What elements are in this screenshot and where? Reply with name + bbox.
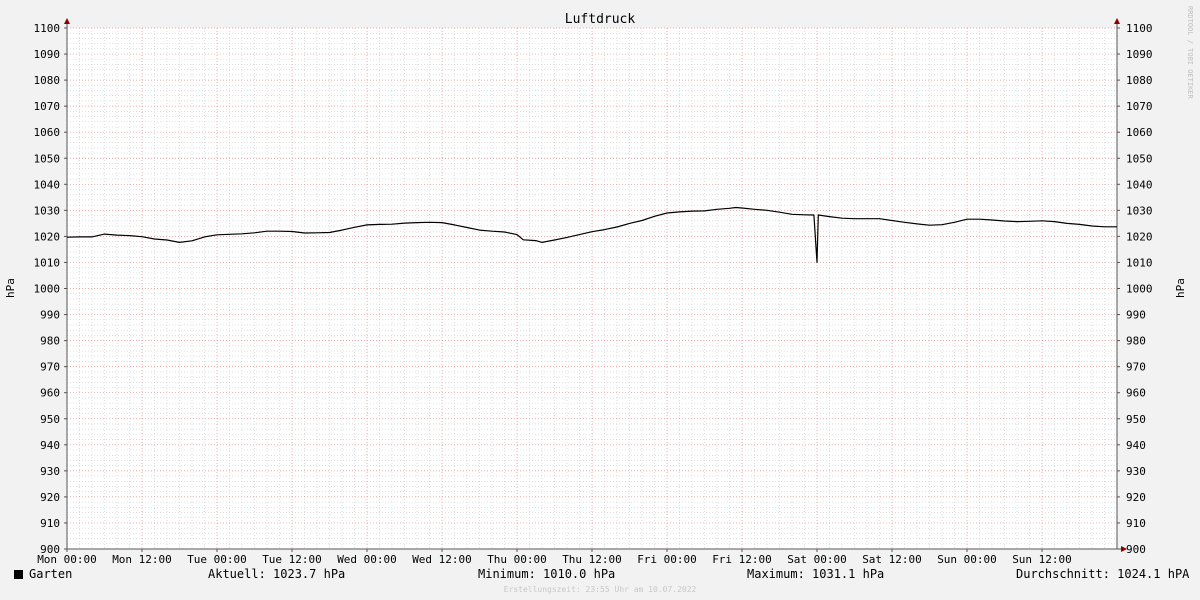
x-tick-label: Thu 12:00 [562,553,622,566]
chart-root: 900 900 910 910 920 920 930 930 940 940 950 950 960 9… [0,0,1200,600]
x-tick-label: Wed 00:00 [337,553,397,566]
y-axis-label-right: hPa [1174,278,1187,298]
y-tick-label-left: 950 [40,413,60,426]
footer-timestamp: Erstellungszeit: 23:55 Uhr am 10.07.2022 [503,585,697,594]
y-tick-label-right: 970 [1126,361,1146,374]
y-tick-label-right: 1080 [1126,74,1153,87]
y-tick-label-left: 1000 [34,283,61,296]
y-tick-label-left: 940 [40,439,60,452]
y-tick-label-left: 930 [40,465,60,478]
y-tick-label-left: 1060 [34,126,61,139]
y-tick-label-left: 1070 [34,100,61,113]
x-tick-label: Mon 00:00 [37,553,97,566]
y-tick-label-right: 1050 [1126,152,1153,165]
y-tick-label-right: 920 [1126,491,1146,504]
y-tick-label-left: 960 [40,387,60,400]
legend-series: Garten [14,567,72,581]
y-tick-label-left: 910 [40,517,60,530]
x-tick-label: Sat 00:00 [787,553,847,566]
x-tick-label: Mon 12:00 [112,553,172,566]
y-tick-label-right: 950 [1126,413,1146,426]
y-tick-label-right: 1060 [1126,126,1153,139]
y-tick-label-right: 1000 [1126,283,1153,296]
y-tick-label-left: 1010 [34,256,61,269]
y-tick-label-left: 920 [40,491,60,504]
x-tick-label: Tue 00:00 [187,553,247,566]
y-tick-label-left: 1090 [34,48,61,61]
y-tick-label-right: 1090 [1126,48,1153,61]
y-tick-label-right: 980 [1126,335,1146,348]
y-tick-label-right: 900 [1126,543,1146,556]
chart-title: Luftdruck [565,12,636,27]
y-tick-label-right: 1010 [1126,256,1153,269]
x-tick-label: Thu 00:00 [487,553,547,566]
x-tick-label: Fri 00:00 [637,553,697,566]
y-tick-label-left: 990 [40,309,60,322]
y-tick-label-right: 1030 [1126,204,1153,217]
y-tick-label-right: 1100 [1126,22,1153,35]
y-tick-label-left: 1040 [34,178,61,191]
y-tick-label-right: 1070 [1126,100,1153,113]
y-tick-label-left: 970 [40,361,60,374]
x-tick-label: Sun 12:00 [1012,553,1072,566]
y-tick-label-right: 940 [1126,439,1146,452]
y-tick-label-left: 1020 [34,230,61,243]
rrdtool-watermark: RRDTOOL / TOBI OETIKER [1186,6,1194,100]
y-tick-label-right: 910 [1126,517,1146,530]
legend-maximum: Maximum: 1031.1 hPa [747,567,885,581]
x-tick-label: Sat 12:00 [862,553,922,566]
y-tick-label-right: 1040 [1126,178,1153,191]
y-tick-label-right: 960 [1126,387,1146,400]
legend-series-name: Garten [29,567,73,581]
x-tick-label: Fri 12:00 [712,553,772,566]
x-tick-label: Sun 00:00 [937,553,997,566]
y-tick-label-left: 1100 [34,22,61,35]
x-tick-label: Wed 12:00 [412,553,472,566]
y-tick-label-left: 1050 [34,152,61,165]
y-tick-label-right: 1020 [1126,230,1153,243]
legend-average: Durchschnitt: 1024.1 hPA [1016,567,1190,581]
legend-current: Aktuell: 1023.7 hPa [208,567,346,581]
y-axis-arrow-right [1114,18,1120,24]
y-tick-label-right: 930 [1126,465,1146,478]
x-tick-label: Tue 12:00 [262,553,322,566]
chart-svg: 900 900910 910920 920930 930940 940950 950960 9… [4,6,1194,566]
legend-swatch [14,570,23,579]
y-tick-label-right: 990 [1126,309,1146,322]
y-axis-label-left: hPa [4,278,17,298]
legend-minimum: Minimum: 1010.0 hPa [478,567,616,581]
y-axis-arrow-left [64,18,70,24]
y-tick-label-left: 1080 [34,74,61,87]
y-tick-label-left: 1030 [34,204,61,217]
y-tick-label-left: 980 [40,335,60,348]
